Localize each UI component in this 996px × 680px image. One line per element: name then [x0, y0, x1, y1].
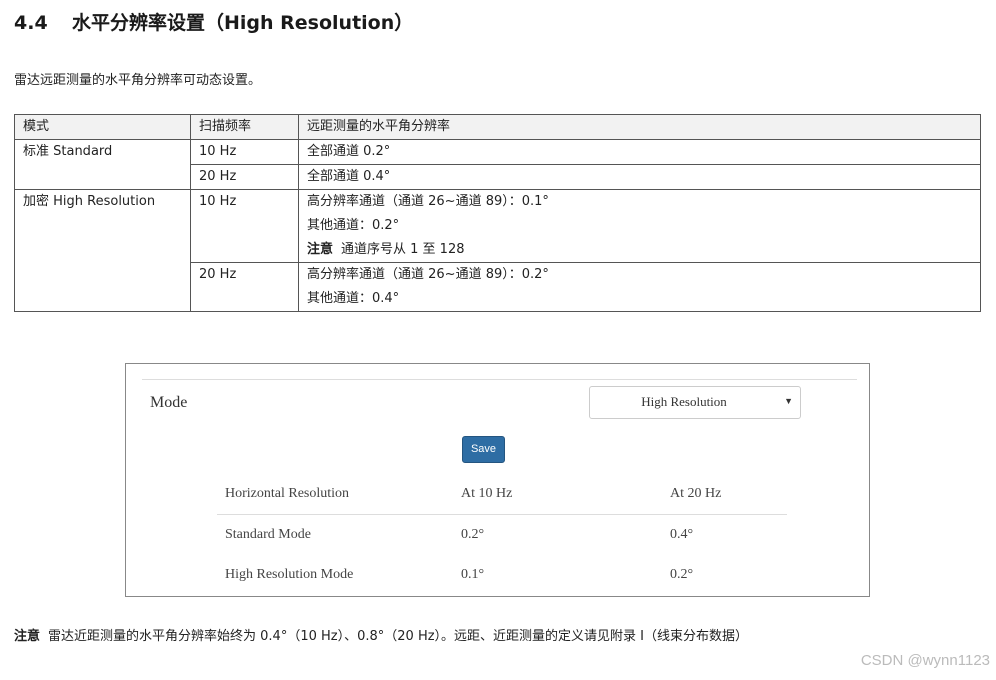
resolution-cell: 高分辨率通道（通道 26~通道 89）：0.2° 其他通道：0.4° [298, 262, 981, 312]
section-number: 4.4 [14, 12, 48, 34]
resolution-line: 高分辨率通道（通道 26~通道 89）：0.2° [307, 267, 549, 282]
header-horizontal-resolution: Horizontal Resolution [217, 473, 453, 515]
table-row: 标准 Standard 10 Hz 全部通道 0.2° [14, 139, 981, 190]
intro-text: 雷达远距测量的水平角分辨率可动态设置。 [14, 73, 262, 88]
resolution-cell: 高分辨率通道（通道 26~通道 89）：0.1° 其他通道：0.2° 注意 通道序… [298, 189, 981, 263]
value-10hz: 0.2° [461, 527, 485, 542]
settings-panel-screenshot: Mode High Resolution ▼ Save Horizontal R… [125, 363, 870, 597]
freq-cell: 20 Hz [190, 262, 299, 312]
freq-cell: 10 Hz [190, 189, 299, 263]
divider [142, 379, 857, 380]
save-button[interactable]: Save [462, 436, 505, 463]
table-row: 加密 High Resolution 10 Hz 高分辨率通道（通道 26~通道… [14, 189, 981, 312]
freq-cell: 20 Hz [190, 164, 299, 190]
section-title: 水平分辨率设置（High Resolution） [72, 12, 414, 34]
note-label: 注意 [307, 242, 334, 257]
section-heading: 4.4 水平分辨率设置（High Resolution） [14, 8, 413, 35]
value-20hz: 0.4° [670, 527, 694, 542]
header-resolution: 远距测量的水平角分辨率 [298, 114, 981, 140]
resolution-table: Horizontal Resolution At 10 Hz At 20 Hz … [217, 473, 787, 595]
spec-table: 模式 扫描频率 远距测量的水平角分辨率 标准 Standard 10 Hz 全部… [14, 114, 981, 312]
resolution-line: 高分辨率通道（通道 26~通道 89）：0.1° [307, 194, 549, 209]
resolution-header-row: Horizontal Resolution At 10 Hz At 20 Hz [217, 473, 787, 515]
header-mode: 模式 [14, 114, 191, 140]
value-20hz: 0.2° [670, 567, 694, 582]
watermark: CSDN @wynn1123 [860, 652, 990, 669]
note-text: 通道序号从 1 至 128 [341, 242, 465, 257]
mode-standard: 标准 Standard [14, 139, 191, 190]
header-at-10hz: At 10 Hz [453, 473, 662, 515]
resolution-line: 其他通道：0.2° [307, 218, 400, 233]
table-row: Standard Mode 0.2° 0.4° [217, 515, 787, 556]
row-label: High Resolution Mode [225, 567, 354, 582]
table-row: High Resolution Mode 0.1° 0.2° [217, 555, 787, 595]
resolution-cell: 全部通道 0.4° [298, 164, 981, 190]
mode-select-value: High Resolution [641, 394, 727, 409]
footnote-label: 注意 [14, 629, 41, 644]
channel-note: 注意 通道序号从 1 至 128 [307, 238, 972, 262]
spec-header-row: 模式 扫描频率 远距测量的水平角分辨率 [14, 114, 981, 140]
header-at-20hz: At 20 Hz [662, 473, 787, 515]
header-frequency: 扫描频率 [190, 114, 299, 140]
mode-select[interactable]: High Resolution ▼ [589, 386, 801, 419]
footnote: 注意 雷达近距测量的水平角分辨率始终为 0.4°（10 Hz）、0.8°（20 H… [14, 625, 748, 644]
mode-label: Mode [150, 394, 188, 411]
resolution-cell: 全部通道 0.2° [298, 139, 981, 165]
value-10hz: 0.1° [461, 567, 485, 582]
footnote-text: 雷达近距测量的水平角分辨率始终为 0.4°（10 Hz）、0.8°（20 Hz）… [48, 629, 749, 644]
mode-high-resolution: 加密 High Resolution [14, 189, 191, 312]
caret-down-icon: ▼ [784, 396, 793, 406]
freq-cell: 10 Hz [190, 139, 299, 165]
resolution-line: 其他通道：0.4° [307, 291, 400, 306]
row-label: Standard Mode [225, 527, 311, 542]
